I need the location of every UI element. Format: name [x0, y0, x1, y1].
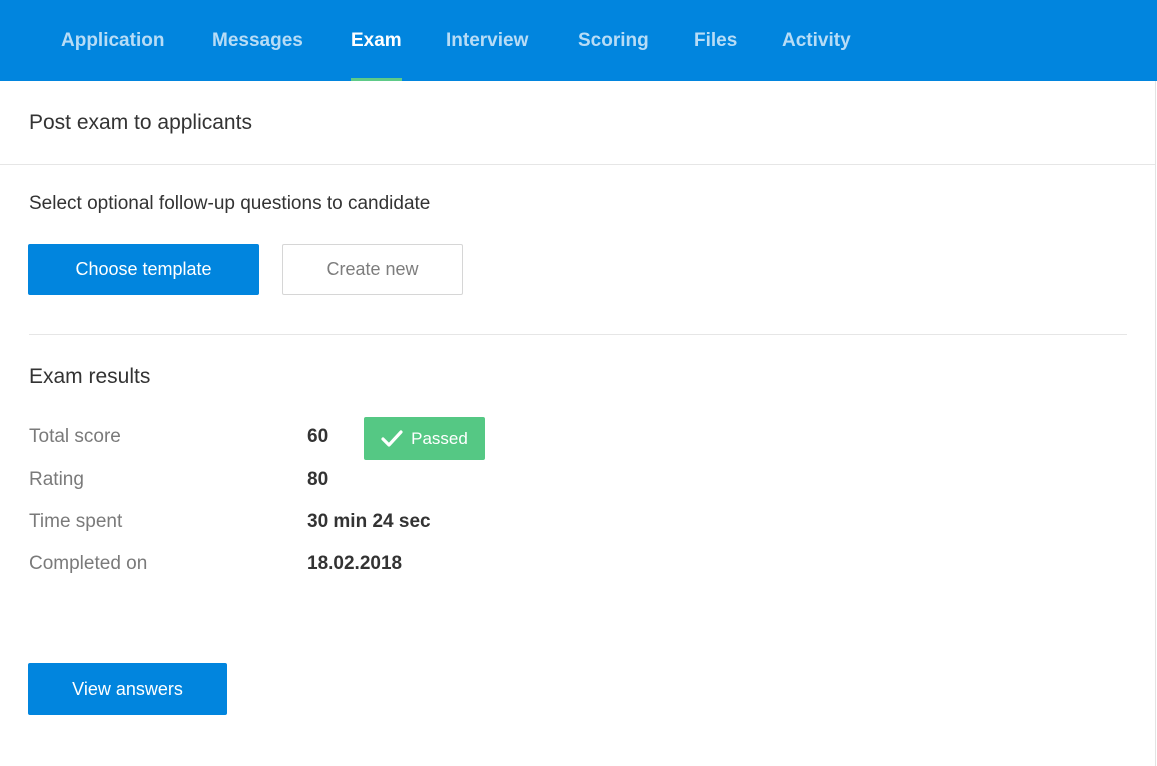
top-nav: Application Messages Exam Interview Scor… [0, 0, 1157, 81]
tab-exam[interactable]: Exam [351, 0, 402, 81]
rating-value: 80 [307, 469, 329, 490]
completed-on-value: 18.02.2018 [307, 553, 403, 574]
tab-application[interactable]: Application [61, 0, 164, 81]
panel-border [1155, 81, 1156, 766]
post-exam-title: Post exam to applicants [29, 111, 252, 134]
tab-files[interactable]: Files [694, 0, 737, 81]
create-new-button[interactable]: Create new [282, 244, 463, 295]
completed-on-label: Completed on [29, 553, 148, 574]
time-spent-value: 30 min 24 sec [307, 511, 431, 532]
total-score-label: Total score [29, 426, 121, 447]
status-badge-label: Passed [411, 428, 468, 448]
header-divider [0, 164, 1155, 165]
choose-template-button[interactable]: Choose template [28, 244, 259, 295]
page: Application Messages Exam Interview Scor… [0, 0, 1157, 766]
exam-results-title: Exam results [29, 365, 151, 388]
tab-messages[interactable]: Messages [212, 0, 303, 81]
tab-activity[interactable]: Activity [782, 0, 851, 81]
section-divider [29, 334, 1127, 335]
total-score-value: 60 [307, 426, 329, 447]
view-answers-button[interactable]: View answers [28, 663, 227, 715]
tab-interview[interactable]: Interview [446, 0, 528, 81]
check-icon [381, 430, 403, 447]
tab-scoring[interactable]: Scoring [578, 0, 649, 81]
status-badge: Passed [364, 417, 485, 460]
follow-up-subtitle: Select optional follow-up questions to c… [29, 193, 431, 214]
rating-label: Rating [29, 469, 84, 490]
time-spent-label: Time spent [29, 511, 123, 532]
